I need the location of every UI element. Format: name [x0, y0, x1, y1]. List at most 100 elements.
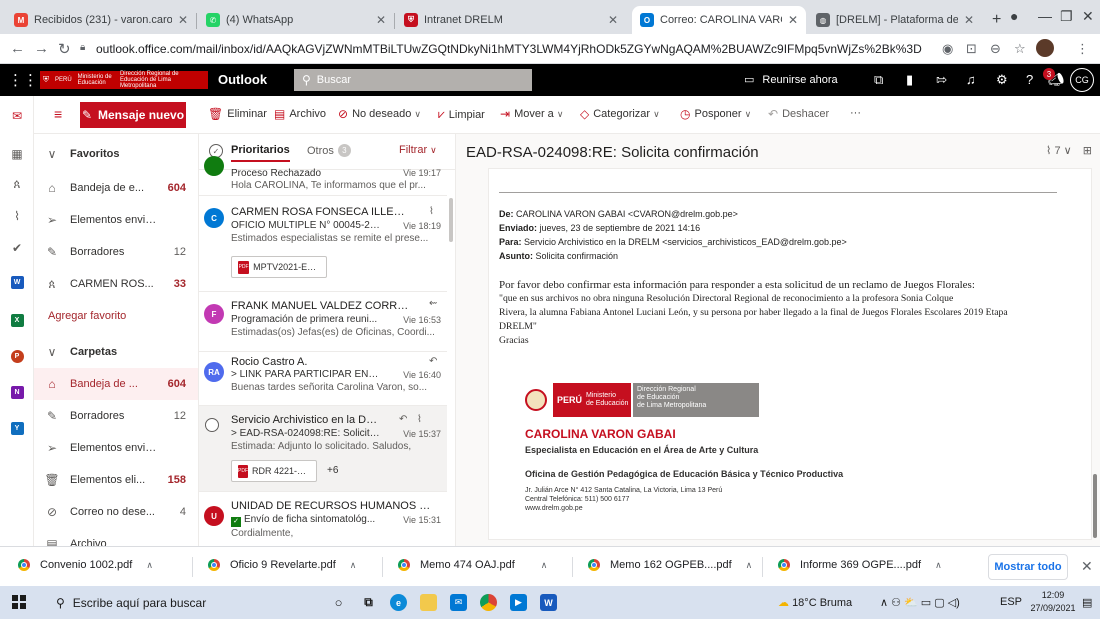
onenote-feed-icon[interactable]: ▮ [906, 72, 913, 88]
yammer-app-icon[interactable]: Y [8, 420, 26, 436]
more-actions-button[interactable]: ··· [850, 107, 861, 119]
video-call-icon[interactable]: ▶ [510, 594, 527, 611]
language-indicator[interactable]: ESP [1000, 596, 1022, 608]
mail-app-icon[interactable]: ✉ [450, 594, 467, 611]
message-item[interactable]: Proceso Rechazado Vie 19:17 Hola CAROLIN… [199, 156, 447, 196]
people-icon[interactable]: ጰ [8, 176, 26, 192]
bell-icon[interactable]: ♫ [966, 72, 976, 87]
chevron-up-icon[interactable]: ∧ [350, 560, 357, 571]
teams-chat-icon[interactable]: ⧉ [874, 72, 883, 88]
message-item[interactable]: F FRANK MANUEL VALDEZ CORREA ⇜ Programac… [199, 292, 447, 352]
url-field[interactable]: outlook.office.com/mail/inbox/id/AAQkAGV… [96, 40, 926, 58]
undo-button[interactable]: ↶ Deshacer [768, 107, 829, 121]
calendar-icon[interactable]: ▦ [8, 146, 26, 162]
profile-icon[interactable]: ● [1010, 8, 1018, 24]
chevron-up-icon[interactable]: ∧ [746, 560, 753, 571]
folder-favorite-drafts[interactable]: ✎ Borradores 12 [34, 236, 198, 268]
reload-icon[interactable]: ↻ [58, 40, 71, 58]
hamburger-menu-icon[interactable]: ≡ [54, 106, 62, 122]
folders-header[interactable]: ∨ Carpetas [34, 336, 198, 368]
new-message-button[interactable]: ✎ Mensaje nuevo [80, 102, 186, 128]
profile-avatar[interactable] [1036, 39, 1054, 57]
browser-tab-whatsapp[interactable]: ✆ (4) WhatsApp ✕ [198, 6, 394, 34]
cortana-icon[interactable]: ○ [330, 594, 347, 611]
thread-count[interactable]: 7 [1054, 145, 1060, 157]
download-item[interactable]: Memo 474 OAJ.pdf ∧ [398, 559, 547, 571]
meet-now-button[interactable]: ▭ Reunirse ahora [744, 73, 838, 87]
categorize-button[interactable]: ◇ Categorizar ∨ [580, 107, 660, 121]
chevron-up-icon[interactable]: ∧ [541, 560, 548, 571]
minimize-icon[interactable]: — [1038, 8, 1052, 24]
close-tab-icon[interactable]: ✕ [178, 13, 188, 27]
help-icon[interactable]: ? [1026, 72, 1033, 87]
folder-sent[interactable]: ➢ Elementos enviad... [34, 432, 198, 464]
back-arrow-icon[interactable]: ← [10, 40, 25, 57]
chrome-icon[interactable] [480, 594, 497, 611]
powerpoint-app-icon[interactable]: P [8, 348, 26, 364]
message-item[interactable]: RA Rocio Castro A. ↶ > LINK PARA PARTICI… [199, 352, 447, 406]
browser-tab-drelm[interactable]: ◍ [DRELM] - Plataforma de noti ✕ [808, 6, 982, 34]
move-to-button[interactable]: ⇥ Mover a ∨ [500, 107, 563, 121]
chevron-up-icon[interactable]: ∧ [146, 560, 153, 571]
folder-deleted[interactable]: 🗑︎ Elementos eli... 158 [34, 464, 198, 496]
show-all-downloads-button[interactable]: Mostrar todo [988, 554, 1068, 580]
new-tab-button[interactable]: + [984, 6, 1008, 34]
paperclip-icon[interactable]: ⌇ [8, 208, 26, 224]
chevron-down-icon[interactable]: ∨ [1064, 145, 1072, 157]
message-item[interactable]: C CARMEN ROSA FONSECA ILLESCAS ⌇ OFICIO … [199, 196, 447, 292]
my-day-icon[interactable]: ⇰ [936, 72, 947, 88]
taskbar-search-box[interactable]: ⚲ Escribe aquí para buscar [46, 586, 312, 619]
excel-app-icon[interactable]: X [8, 312, 26, 328]
folder-drafts[interactable]: ✎ Borradores 12 [34, 400, 198, 432]
focused-tab[interactable]: Prioritarios [231, 144, 290, 162]
install-app-icon[interactable]: ⊡ [966, 41, 977, 57]
message-list-scrollbar[interactable] [449, 198, 453, 242]
download-item[interactable]: Convenio 1002.pdf ∧ [18, 559, 153, 571]
app-launcher-icon[interactable]: ⋮⋮ [8, 71, 38, 89]
close-tab-icon[interactable]: ✕ [376, 13, 386, 27]
onenote-app-icon[interactable]: N [8, 384, 26, 400]
todo-check-icon[interactable]: ✔ [8, 240, 26, 256]
gear-icon[interactable]: ⚙ [996, 72, 1008, 88]
message-item-selected[interactable]: Servicio Archivistico en la DRE... ↶ ⌇ >… [199, 406, 447, 492]
close-download-bar-icon[interactable]: ✕ [1081, 558, 1093, 575]
word-app-icon[interactable]: W [8, 274, 26, 290]
task-view-icon[interactable]: ⧉ [360, 594, 377, 611]
select-message-checkbox[interactable] [205, 418, 219, 432]
forward-arrow-icon[interactable]: → [34, 40, 49, 57]
snooze-button[interactable]: ◷ Posponer ∨ [680, 107, 751, 121]
close-window-icon[interactable]: ✕ [1082, 8, 1094, 25]
open-in-new-window-icon[interactable]: ⊞ [1083, 145, 1092, 157]
signature-web[interactable]: www.drelm.gob.pe [525, 505, 583, 512]
incognito-icon[interactable]: ◉ [942, 41, 953, 57]
weather-widget[interactable]: ☁ 18°C Bruma [778, 596, 852, 609]
folder-favorite-person[interactable]: ጰ CARMEN ROS... 33 [34, 268, 198, 300]
folder-favorite-sent[interactable]: ➢ Elementos enviad... [34, 204, 198, 236]
favorites-header[interactable]: ∨ Favoritos [34, 138, 198, 170]
other-tab[interactable]: Otros 3 [307, 144, 351, 157]
folder-favorite-inbox[interactable]: ⌂ Bandeja de e... 604 [34, 172, 198, 204]
download-item[interactable]: Oficio 9 Revelarte.pdf ∧ [208, 559, 356, 571]
folder-junk[interactable]: ⊘ Correo no dese... 4 [34, 496, 198, 528]
close-tab-icon[interactable]: ✕ [788, 13, 798, 27]
word-app-icon[interactable]: W [540, 594, 557, 611]
message-item[interactable]: U UNIDAD DE RECURSOS HUMANOS - DR... ✓ En… [199, 492, 447, 546]
sweep-button[interactable]: ⩗ Limpiar [438, 107, 485, 122]
notification-center-icon[interactable]: ▤ [1082, 596, 1092, 609]
add-favorite-link[interactable]: Agregar favorito [34, 300, 198, 332]
download-item[interactable]: Informe 369 OGPE....pdf ∧ [778, 559, 942, 571]
scrollbar-thumb[interactable] [1093, 474, 1097, 538]
menu-kebab-icon[interactable]: ⋮ [1076, 41, 1089, 57]
attachment-chip[interactable]: PDF RDR 4221-2019... [231, 460, 317, 482]
browser-tab-outlook[interactable]: O Correo: CAROLINA VARON G ✕ [632, 6, 806, 34]
app-name[interactable]: Outlook [218, 72, 267, 87]
browser-tab-gmail[interactable]: M Recibidos (231) - varon.carolina ✕ [6, 6, 196, 34]
close-tab-icon[interactable]: ✕ [964, 13, 974, 27]
taskbar-clock[interactable]: 12:09 27/09/2021 [1030, 589, 1076, 615]
system-tray-icons[interactable]: ∧ ⚇ ⛅ ▭ ▢ ◁) [880, 596, 960, 609]
attachment-chip[interactable]: PDF MPTV2021-EXT... [231, 256, 327, 278]
windows-start-icon[interactable] [12, 595, 26, 609]
user-avatar[interactable]: CG [1070, 68, 1094, 92]
restore-icon[interactable]: ❐ [1060, 8, 1073, 25]
download-item[interactable]: Memo 162 OGPEB....pdf ∧ [588, 559, 752, 571]
